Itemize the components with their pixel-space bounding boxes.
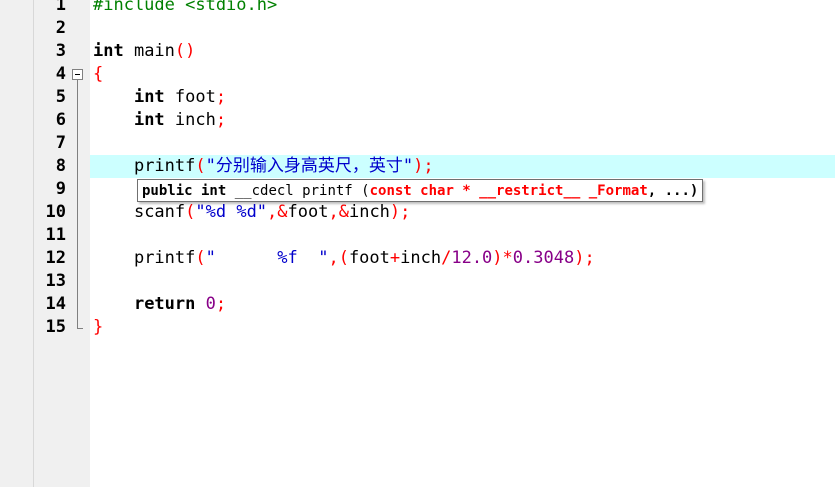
punctuation: ,& (267, 202, 288, 222)
identifier: foot (348, 248, 390, 268)
line-number: 13 (45, 271, 66, 291)
keyword-int: int (133, 87, 165, 107)
operator: )* (492, 248, 513, 268)
line-number: 5 (55, 87, 66, 107)
paren: ( (195, 156, 206, 176)
line-number: 2 (55, 18, 66, 38)
line-number: 6 (55, 110, 66, 130)
preprocessor-include: #include <stdio.h> (93, 0, 278, 15)
code-line-4[interactable]: { (93, 63, 103, 86)
code-line-5[interactable]: int foot; (93, 86, 226, 109)
keyword-int: int (133, 110, 165, 130)
punctuation: ,( (328, 248, 349, 268)
line-number: 3 (55, 41, 66, 61)
semicolon: ; (215, 87, 227, 107)
identifier: inch (400, 248, 442, 268)
function-call: scanf (133, 202, 186, 222)
code-line-8[interactable]: printf("分别输入身高英尺，英寸"); (93, 155, 434, 178)
punctuation: ,& (328, 202, 349, 222)
semicolon: ; (215, 294, 227, 314)
function-call: printf (133, 248, 196, 268)
punctuation: ); (413, 156, 434, 176)
signature-tooltip: public int __cdecl printf (const char * … (137, 179, 704, 202)
punctuation: ); (574, 248, 595, 268)
line-number: 4 (55, 64, 66, 84)
string-literal: "分别输入身高英尺，英寸" (205, 156, 414, 176)
operator: + (389, 248, 401, 268)
line-number: 11 (45, 225, 66, 245)
keyword-return: return (133, 294, 196, 314)
punctuation: ); (389, 202, 411, 222)
line-number: 8 (55, 156, 66, 176)
identifier: inch (348, 202, 390, 222)
operator: / (441, 248, 452, 268)
number-literal: 12.0 (451, 248, 493, 268)
line-number: 15 (45, 317, 66, 337)
tooltip-signature-text: __cdecl printf ( (226, 183, 370, 199)
identifier: foot (287, 202, 329, 222)
paren: () (174, 41, 196, 61)
string-literal: " %f " (205, 248, 329, 268)
string-literal: "%d %d" (195, 202, 268, 222)
code-line-1[interactable]: #include <stdio.h> (93, 0, 277, 17)
tooltip-current-param: const char * __restrict__ _Format (369, 183, 648, 199)
line-number: 10 (45, 202, 66, 222)
code-line-6[interactable]: int inch; (93, 109, 226, 132)
open-brace: { (93, 64, 104, 84)
function-call: printf (133, 156, 196, 176)
line-number: 1 (55, 0, 66, 15)
line-number: 7 (55, 133, 66, 153)
code-line-15[interactable]: } (93, 316, 103, 339)
keyword-int: int (93, 41, 124, 61)
line-number: 9 (55, 179, 66, 199)
line-number: 12 (45, 248, 66, 268)
number-literal: 0 (205, 294, 216, 314)
tooltip-return-type: public int (142, 183, 227, 199)
code-line-12[interactable]: printf(" %f ",(foot+inch/12.0)*0.3048); (93, 247, 595, 270)
code-editor[interactable]: 1 2 3 4 5 6 7 8 9 10 11 12 13 14 15 #inc… (0, 0, 835, 487)
paren: ( (195, 248, 206, 268)
code-line-10[interactable]: scanf("%d %d",&foot,&inch); (93, 201, 410, 224)
paren: ( (185, 202, 196, 222)
fold-collapse-icon[interactable] (72, 69, 83, 80)
tooltip-signature-end: , ...) (647, 183, 699, 199)
code-line-3[interactable]: int main() (93, 40, 195, 63)
identifier: foot (164, 87, 216, 107)
close-brace: } (93, 317, 104, 337)
semicolon: ; (215, 110, 227, 130)
fold-guide-line (77, 80, 78, 328)
code-line-14[interactable]: return 0; (93, 293, 226, 316)
identifier: inch (164, 110, 216, 130)
number-literal: 0.3048 (512, 248, 575, 268)
function-name: main (123, 41, 175, 61)
fold-end-marker (77, 328, 83, 329)
line-number: 14 (45, 294, 66, 314)
